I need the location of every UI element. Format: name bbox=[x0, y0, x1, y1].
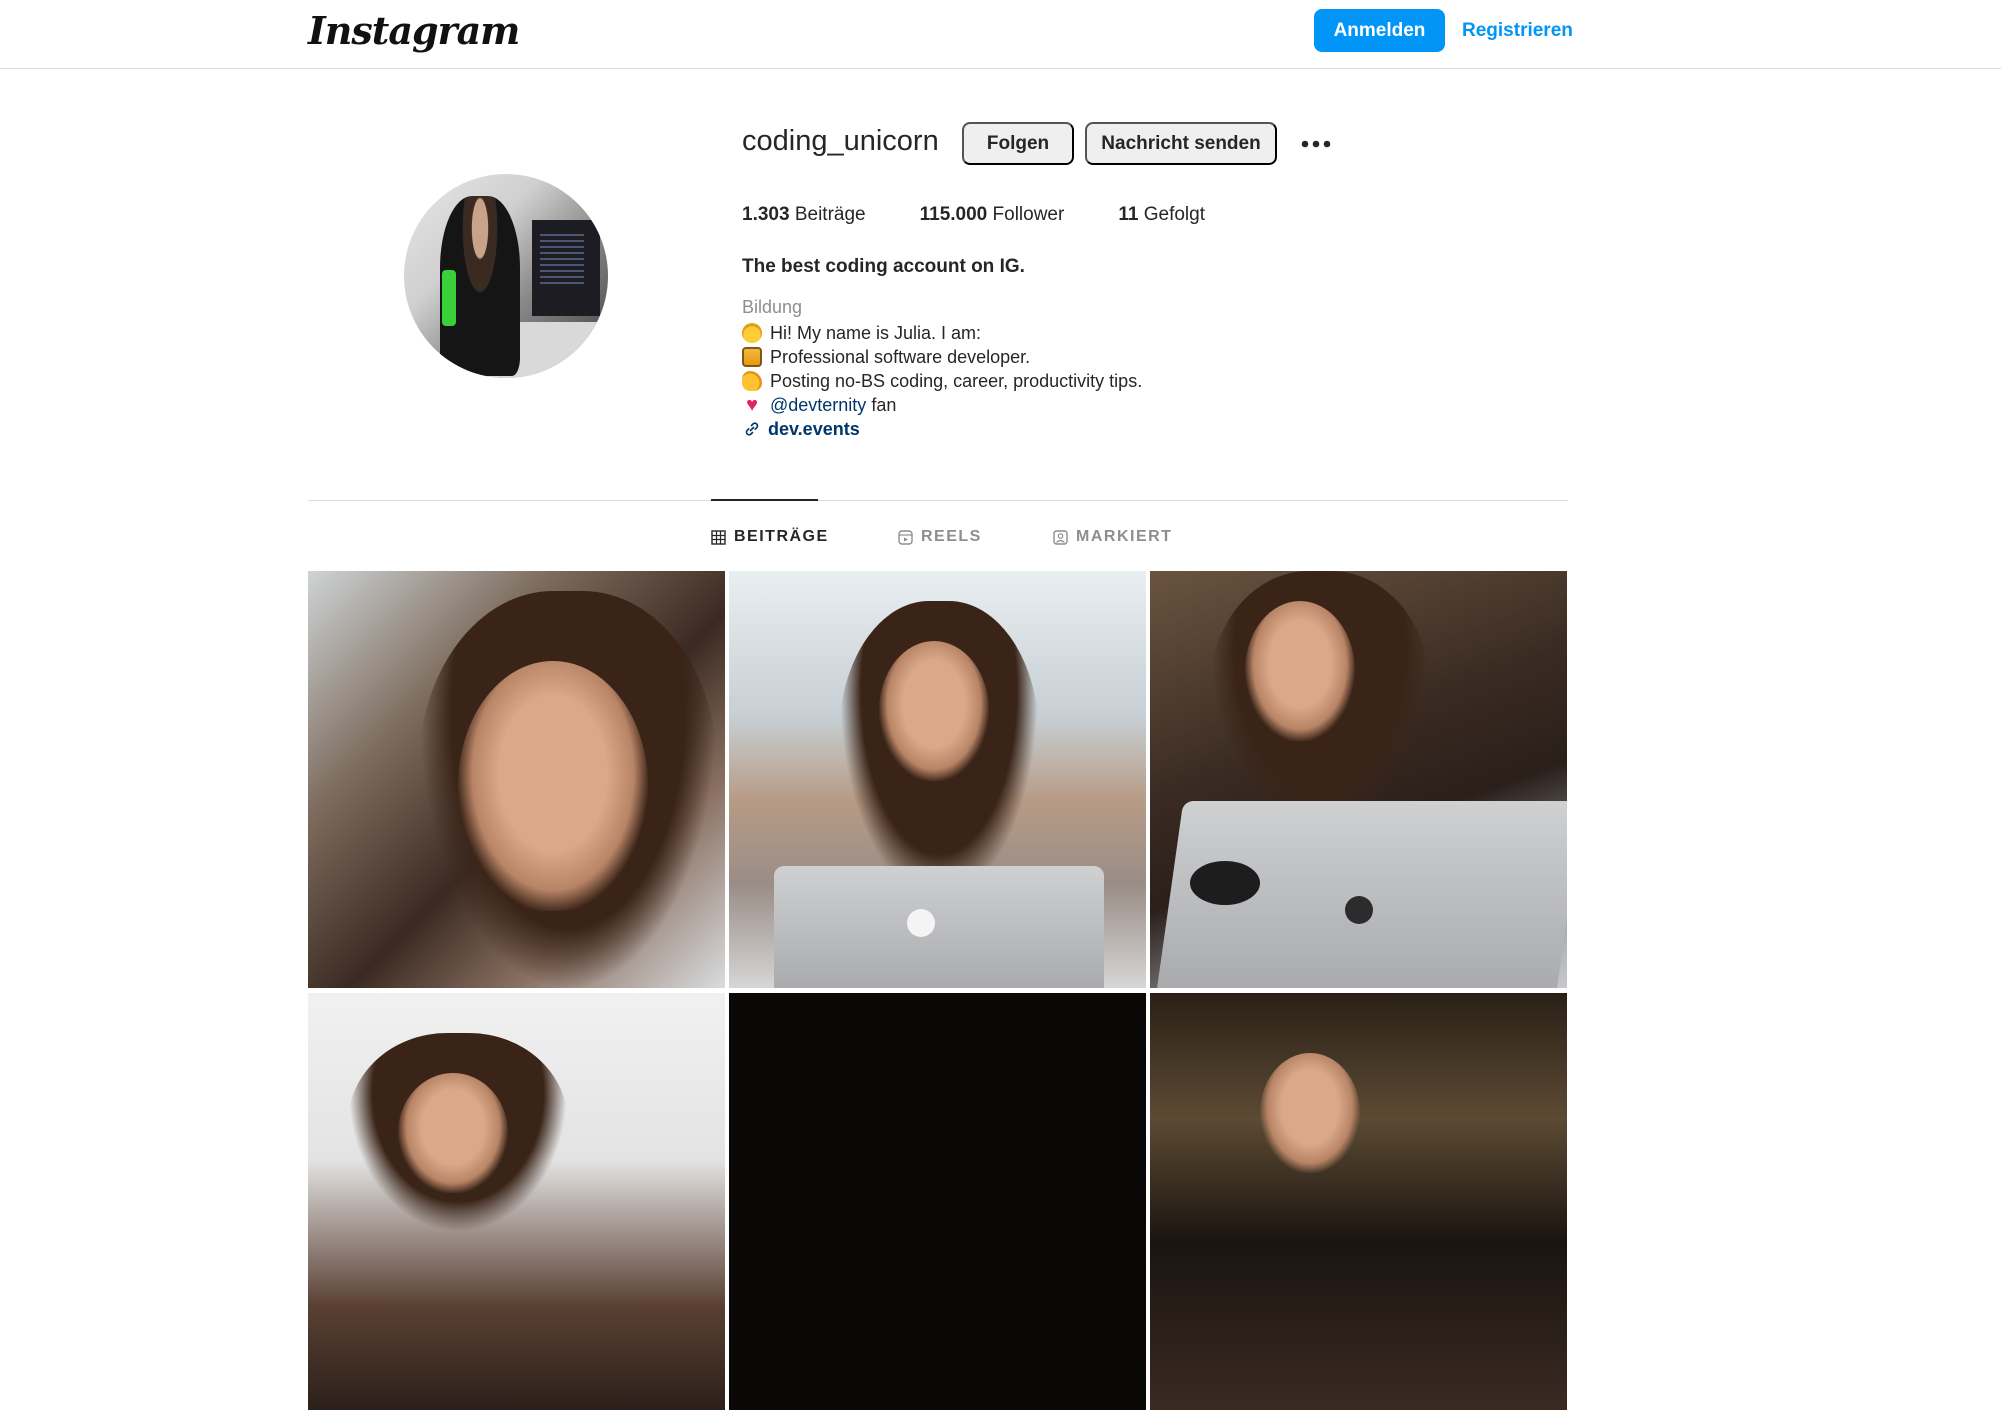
post-image-face bbox=[458, 661, 648, 911]
sticker-icon bbox=[1190, 861, 1260, 905]
post-thumbnail[interactable] bbox=[308, 993, 725, 1410]
bio-external-link[interactable]: dev.events bbox=[742, 417, 1142, 441]
bio-line: Professional software developer. bbox=[742, 345, 1142, 369]
profile-stats: 1.303 Beiträge 115.000 Follower 11 Gefol… bbox=[742, 204, 1259, 226]
posts-grid bbox=[308, 571, 1568, 1410]
bio-line: ♥ @devternity fan bbox=[742, 393, 1142, 417]
tab-posts-label: BEITRÄGE bbox=[734, 528, 829, 545]
bio-line: Posting no-BS coding, career, productivi… bbox=[742, 369, 1142, 393]
apple-logo-icon bbox=[1345, 896, 1373, 924]
more-horizontal-icon[interactable] bbox=[1298, 126, 1334, 162]
stat-posts-count: 1.303 bbox=[742, 204, 790, 225]
link-icon bbox=[742, 419, 762, 439]
red-heart-emoji-icon: ♥ bbox=[746, 394, 758, 416]
link-chain-icon bbox=[745, 422, 759, 436]
post-thumbnail[interactable] bbox=[729, 571, 1146, 988]
post-thumbnail[interactable] bbox=[1150, 571, 1567, 988]
bio-text: Hi! My name is Julia. I am: Professional… bbox=[742, 321, 1142, 441]
post-thumbnail[interactable] bbox=[1150, 993, 1567, 1410]
apple-logo-icon bbox=[907, 909, 935, 937]
waving-hand-emoji-icon bbox=[742, 323, 762, 343]
stat-followers-count: 115.000 bbox=[919, 204, 988, 225]
stat-posts: 1.303 Beiträge bbox=[742, 204, 866, 226]
bio-name: The best coding account on IG. bbox=[742, 256, 1025, 277]
stat-followers[interactable]: 115.000 Follower bbox=[920, 204, 1065, 226]
tab-tagged-label: MARKIERT bbox=[1076, 528, 1173, 545]
tab-posts[interactable]: BEITRÄGE bbox=[711, 526, 829, 548]
bio-line-text: Professional software developer. bbox=[770, 347, 1031, 367]
post-image-face bbox=[1245, 601, 1355, 741]
profile-username: coding_unicorn bbox=[742, 125, 939, 157]
tabs-divider bbox=[308, 500, 1568, 501]
login-button[interactable]: Anmelden bbox=[1314, 9, 1445, 52]
active-tab-indicator bbox=[711, 499, 818, 501]
register-link[interactable]: Registrieren bbox=[1462, 9, 1573, 52]
tab-reels-label: REELS bbox=[921, 528, 982, 545]
bio-link-text: dev.events bbox=[768, 419, 860, 439]
post-image-face bbox=[1260, 1053, 1360, 1173]
tab-reels[interactable]: REELS bbox=[898, 526, 982, 548]
post-thumbnail[interactable] bbox=[308, 571, 725, 988]
profile-avatar[interactable] bbox=[404, 174, 608, 378]
tab-tagged[interactable]: MARKIERT bbox=[1053, 526, 1172, 548]
computer-emoji-icon bbox=[742, 347, 762, 367]
bio-line-text: Posting no-BS coding, career, productivi… bbox=[770, 371, 1143, 391]
grid-icon bbox=[711, 529, 726, 545]
instagram-logo[interactable]: Instagram bbox=[308, 8, 520, 53]
stat-following-count: 11 bbox=[1118, 204, 1139, 225]
bio-line: Hi! My name is Julia. I am: bbox=[742, 321, 1142, 345]
bio-category: Bildung bbox=[742, 297, 803, 317]
devternity-mention-link[interactable]: @devternity bbox=[770, 393, 866, 417]
reels-icon bbox=[898, 529, 913, 545]
stat-followers-label: Follower bbox=[992, 204, 1065, 225]
post-image-laptop bbox=[774, 866, 1104, 988]
post-image-face bbox=[879, 641, 989, 781]
top-navigation-bar: Instagram Anmelden Registrieren bbox=[0, 0, 2001, 69]
bio-line-text: Hi! My name is Julia. I am: bbox=[770, 323, 982, 343]
follow-button[interactable]: Folgen bbox=[962, 122, 1074, 165]
bio-line-suffix: fan bbox=[866, 395, 897, 415]
post-thumbnail[interactable] bbox=[729, 993, 1146, 1410]
avatar-monitor bbox=[532, 220, 600, 316]
avatar-accent bbox=[442, 270, 456, 326]
send-message-button[interactable]: Nachricht senden bbox=[1085, 122, 1277, 165]
flexed-biceps-emoji-icon bbox=[742, 371, 762, 391]
stat-posts-label: Beiträge bbox=[794, 204, 866, 225]
stat-following[interactable]: 11 Gefolgt bbox=[1118, 204, 1205, 226]
more-dots-icon bbox=[1301, 140, 1331, 148]
post-image-face bbox=[398, 1073, 508, 1193]
stat-following-label: Gefolgt bbox=[1143, 204, 1205, 225]
tagged-icon bbox=[1053, 529, 1068, 545]
